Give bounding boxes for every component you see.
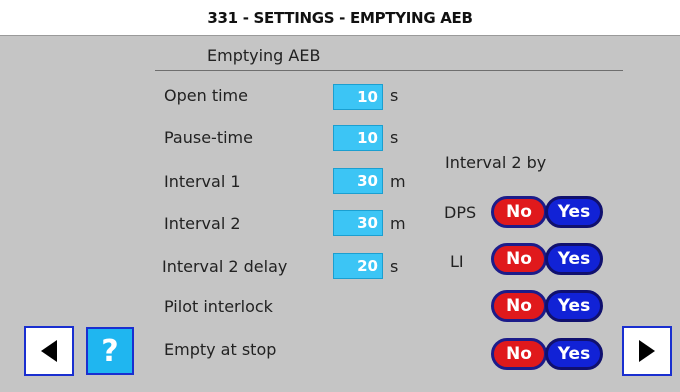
open-time-unit: s [390, 86, 399, 105]
pause-time-unit: s [390, 128, 399, 147]
interval-2-delay-unit: s [390, 257, 399, 276]
interval-2-unit: m [390, 214, 406, 233]
open-time-label: Open time [164, 86, 248, 105]
triangle-right-icon [639, 340, 655, 362]
empty-at-stop-no-button[interactable]: No [491, 338, 547, 370]
triangle-left-icon [41, 340, 57, 362]
interval-2-delay-label: Interval 2 delay [162, 257, 288, 276]
pause-time-input[interactable]: 10 [333, 125, 383, 151]
forward-button[interactable] [622, 326, 672, 376]
window-title: 331 - SETTINGS - EMPTYING AEB [0, 0, 680, 36]
interval-1-label: Interval 1 [164, 172, 241, 191]
pause-time-label: Pause-time [164, 128, 253, 147]
pilot-interlock-label: Pilot interlock [164, 297, 273, 316]
interval-2-label: Interval 2 [164, 214, 241, 233]
empty-at-stop-toggle: No Yes [491, 338, 603, 370]
interval-1-input[interactable]: 30 [333, 168, 383, 194]
pilot-interlock-no-button[interactable]: No [491, 290, 547, 322]
dps-no-button[interactable]: No [491, 196, 547, 228]
section-title: Emptying AEB [207, 46, 321, 65]
li-label: LI [450, 252, 464, 271]
section-divider [155, 70, 623, 71]
interval-1-unit: m [390, 172, 406, 191]
interval-2-input[interactable]: 30 [333, 210, 383, 236]
help-button[interactable]: ? [86, 327, 134, 375]
open-time-input[interactable]: 10 [333, 84, 383, 110]
dps-yes-button[interactable]: Yes [545, 196, 603, 228]
li-toggle: No Yes [491, 243, 603, 275]
li-yes-button[interactable]: Yes [545, 243, 603, 275]
li-no-button[interactable]: No [491, 243, 547, 275]
pilot-interlock-toggle: No Yes [491, 290, 603, 322]
empty-at-stop-yes-button[interactable]: Yes [545, 338, 603, 370]
dps-label: DPS [444, 203, 477, 222]
empty-at-stop-label: Empty at stop [164, 340, 277, 359]
interval-2-delay-input[interactable]: 20 [333, 253, 383, 279]
interval-2-by-heading: Interval 2 by [445, 153, 547, 172]
back-button[interactable] [24, 326, 74, 376]
pilot-interlock-yes-button[interactable]: Yes [545, 290, 603, 322]
dps-toggle: No Yes [491, 196, 603, 228]
